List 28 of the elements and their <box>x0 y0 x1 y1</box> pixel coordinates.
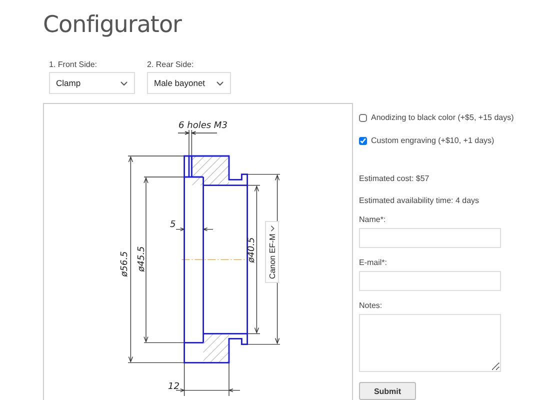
input-field[interactable] <box>359 228 501 248</box>
dropdown[interactable]: Male bayonet <box>147 72 231 94</box>
chevron-icon <box>120 80 128 86</box>
chevron-icon <box>216 80 224 86</box>
page-title: Configurator <box>43 12 183 40</box>
field-label: Notes: <box>359 301 384 310</box>
checkbox[interactable] <box>359 114 367 122</box>
dimension-label: ø45.5 <box>137 246 147 272</box>
notes-field[interactable] <box>359 314 501 372</box>
select-label: 1. Front Side: <box>49 60 98 69</box>
dimension-label: ø56.5 <box>120 251 130 277</box>
estimate-text: Estimated availability time: 4 days <box>359 196 480 205</box>
field-label: Name*: <box>359 215 387 224</box>
submit-button[interactable]: Submit <box>359 382 416 400</box>
estimate-text: Estimated cost: $57 <box>359 174 430 183</box>
dropdown[interactable]: Clamp <box>49 72 135 94</box>
dimension-label: 6 holes M3 <box>178 121 228 131</box>
dimension-label: 5 <box>170 220 176 230</box>
mount-dropdown[interactable]: Canon EF-M <box>265 221 279 283</box>
option-label: Anodizing to black color (+$5, +15 days) <box>371 113 514 122</box>
dimension-label: ø40.5 <box>247 237 257 263</box>
option-label: Custom engraving (+$10, +1 days) <box>371 136 494 145</box>
input-field[interactable] <box>359 271 501 291</box>
select-label: 2. Rear Side: <box>147 60 195 69</box>
field-label: E-mail*: <box>359 258 388 267</box>
checkbox[interactable] <box>359 136 367 144</box>
dimension-label: 12 <box>168 382 180 392</box>
chevron-icon <box>270 225 274 232</box>
